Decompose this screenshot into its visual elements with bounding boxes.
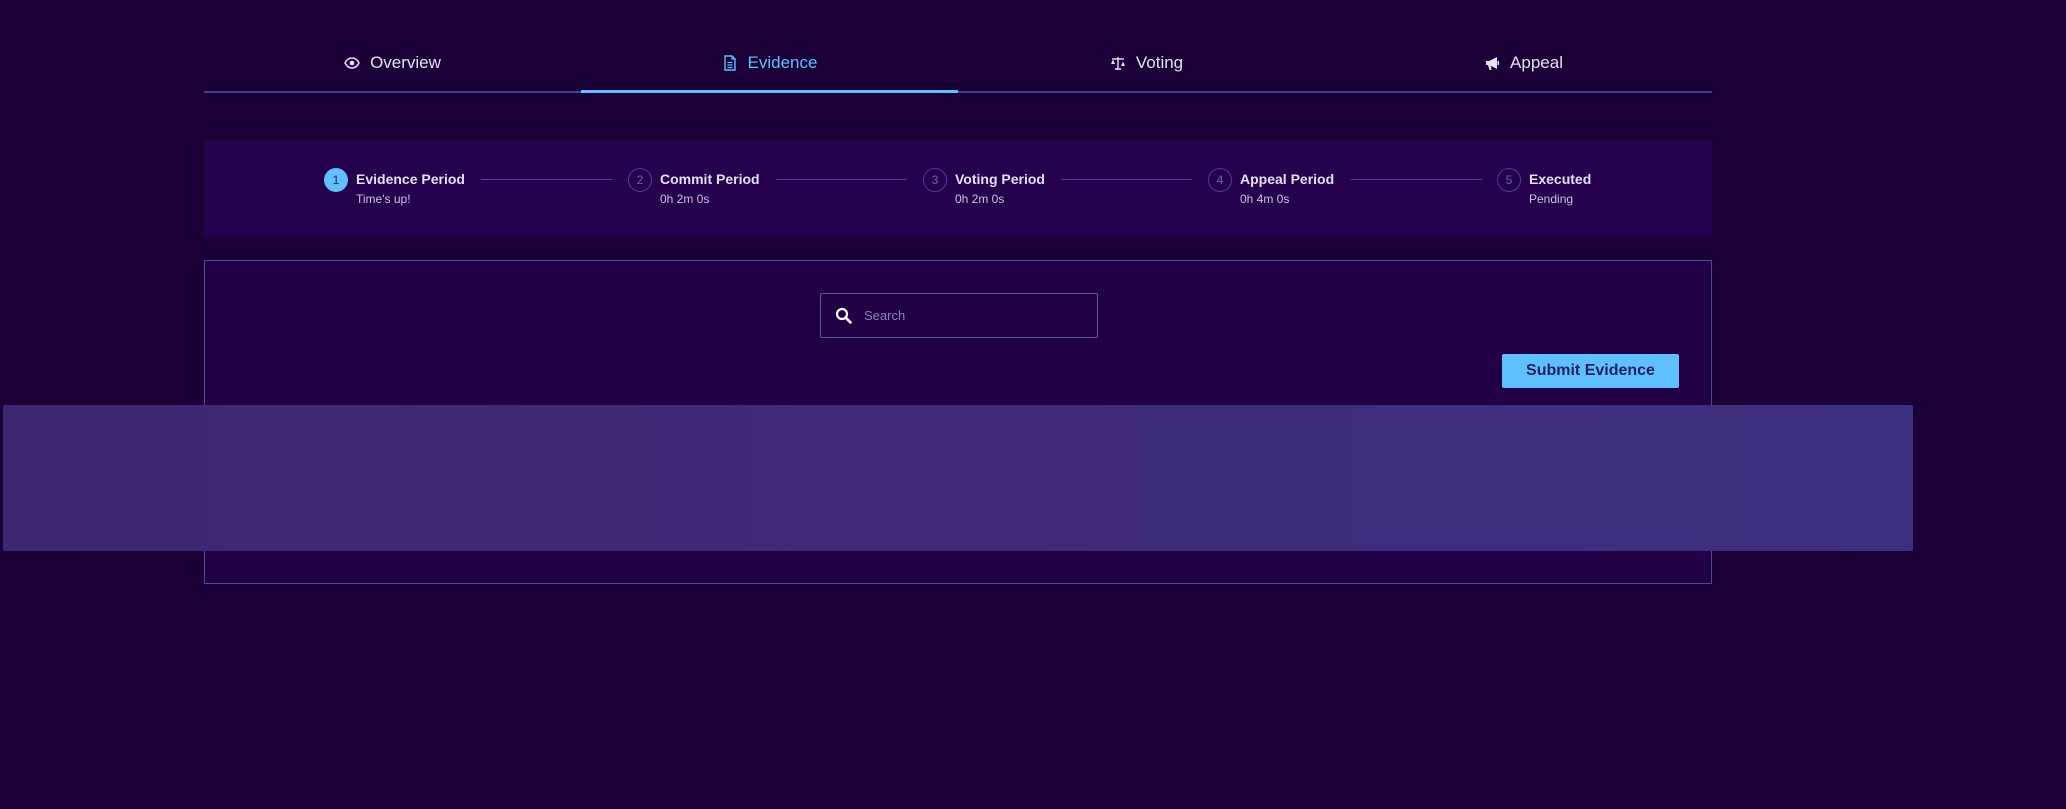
tab-overview-label: Overview: [370, 52, 441, 72]
step-subtitle: Time's up!: [356, 192, 411, 206]
loading-placeholder: [3, 405, 1913, 551]
step-number: 5: [1497, 168, 1521, 192]
step-title: Executed: [1529, 171, 1592, 187]
period-stepper: 1 Evidence Period Time's up! 2 Commit Pe…: [204, 141, 1712, 237]
search-input[interactable]: [862, 307, 1082, 324]
step-title: Appeal Period: [1240, 171, 1335, 187]
tab-bar: Overview Evidence Voting Appeal: [204, 48, 1712, 93]
step-title: Commit Period: [660, 171, 760, 187]
step-subtitle: 0h 2m 0s: [660, 192, 710, 206]
step-connector: [1351, 179, 1482, 180]
submit-evidence-button[interactable]: Submit Evidence: [1502, 354, 1679, 388]
step-evidence-period: 1 Evidence Period Time's up!: [324, 168, 465, 206]
search-box[interactable]: [820, 293, 1098, 338]
step-connector: [481, 179, 612, 180]
tab-appeal-label: Appeal: [1510, 52, 1563, 72]
document-icon: [723, 54, 736, 71]
step-number: 3: [923, 168, 947, 192]
step-connector: [1061, 179, 1192, 180]
step-voting-period: 3 Voting Period 0h 2m 0s: [923, 168, 1045, 206]
tab-evidence-label: Evidence: [747, 52, 818, 72]
tab-voting[interactable]: Voting: [958, 48, 1335, 91]
step-number: 4: [1208, 168, 1232, 192]
step-title: Evidence Period: [356, 171, 465, 187]
tab-appeal[interactable]: Appeal: [1335, 48, 1712, 91]
search-icon: [835, 307, 852, 324]
tab-overview[interactable]: Overview: [204, 48, 581, 91]
step-executed: 5 Executed Pending: [1497, 168, 1591, 206]
step-appeal-period: 4 Appeal Period 0h 4m 0s: [1208, 168, 1334, 206]
step-number: 1: [324, 168, 348, 192]
megaphone-icon: [1486, 56, 1500, 70]
tab-evidence[interactable]: Evidence: [581, 48, 958, 93]
step-number: 2: [628, 168, 652, 192]
step-commit-period: 2 Commit Period 0h 2m 0s: [628, 168, 760, 206]
step-subtitle: 0h 2m 0s: [955, 192, 1005, 206]
scales-icon: [1110, 56, 1125, 70]
tab-voting-label: Voting: [1135, 52, 1184, 72]
step-subtitle: 0h 4m 0s: [1240, 192, 1290, 206]
eye-icon: [344, 56, 360, 69]
step-subtitle: Pending: [1529, 192, 1574, 206]
step-title: Voting Period: [955, 171, 1045, 187]
step-connector: [776, 179, 907, 180]
